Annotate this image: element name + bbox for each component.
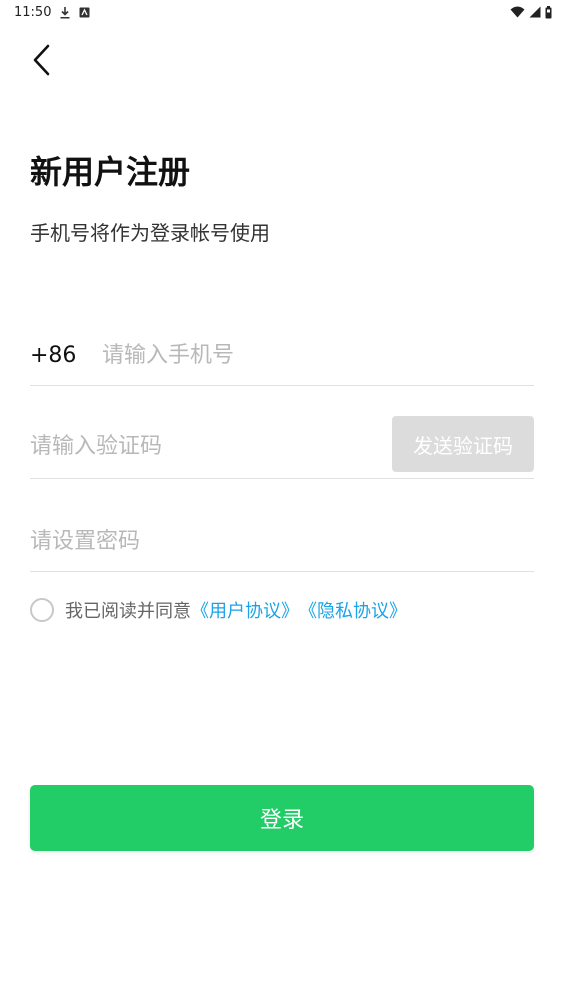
agree-checkbox[interactable] [30,598,54,622]
agreement-text: 我已阅读并同意 [65,601,191,622]
back-button[interactable] [30,40,74,84]
phone-row: +86 [30,326,534,386]
send-code-button[interactable]: 发送验证码 [392,416,534,472]
notification-icon [79,7,90,18]
phone-input[interactable] [102,335,534,376]
privacy-agreement-link[interactable]: 《隐私协议》 [299,597,407,623]
user-agreement-link[interactable]: 《用户协议》 [191,597,299,623]
password-input[interactable] [30,521,534,562]
password-row [30,512,534,572]
page-subtitle: 手机号将作为登录帐号使用 [30,221,270,245]
status-right [510,5,552,19]
login-button[interactable]: 登录 [30,785,534,851]
verification-row: 发送验证码 [30,416,534,479]
register-screen: 11:50 新用户注册 手机号将作为登录帐号使用 +86 请输入手机号 请输入验… [0,0,564,1004]
signal-icon [529,6,541,18]
status-left: 11:50 [14,5,90,20]
status-bar: 11:50 [0,0,564,24]
status-time: 11:50 [14,4,52,20]
download-icon [59,6,71,19]
verification-code-input[interactable] [30,426,392,466]
page-title: 新用户注册 [30,153,191,191]
chevron-left-icon [30,43,52,81]
wifi-icon [510,6,525,18]
agreement-row: 我已阅读并同意 《用户协议》 《隐私协议》 [30,596,407,624]
country-code[interactable]: +86 [30,343,102,368]
battery-icon [545,5,552,19]
